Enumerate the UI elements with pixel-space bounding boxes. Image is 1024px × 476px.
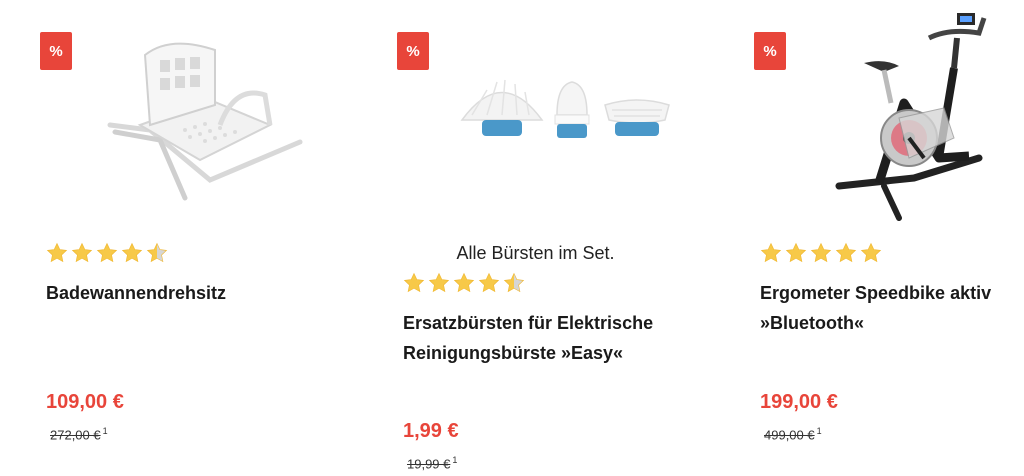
product-title[interactable]: Ersatzbürsten für Elektrische Reinigungs… — [403, 308, 706, 368]
product-title-line: Badewannendrehsitz — [46, 283, 227, 303]
bath-seat-image[interactable] — [90, 30, 310, 205]
rating-stars — [46, 242, 168, 264]
footnote-marker: 1 — [452, 455, 458, 465]
star-icon — [428, 272, 450, 293]
sale-price: 1,99 € — [403, 420, 459, 442]
product-title[interactable]: Ergometer Speedbike aktiv »Bluetooth« — [760, 278, 1016, 338]
original-price-value: 272,00 € — [50, 427, 101, 443]
star-icon — [860, 242, 882, 263]
product-title[interactable]: Badewannendrehsitz — [46, 278, 349, 308]
star-icon — [96, 242, 118, 263]
star-icon — [46, 242, 68, 263]
image-caption: Alle Bürsten im Set. — [456, 243, 615, 263]
product-title-line: Reinigungsbürste »Easy« — [403, 343, 624, 363]
discount-badge: % — [397, 32, 429, 70]
star-icon — [503, 272, 525, 293]
rating-stars — [403, 272, 525, 294]
original-price-value: 499,00 € — [764, 427, 815, 443]
star-icon — [403, 272, 425, 293]
rating-stars — [760, 242, 882, 264]
product-card-speedbike[interactable]: % Ergometer Speedbike aktiv »Bluetooth« … — [714, 0, 1024, 476]
star-icon — [835, 242, 857, 263]
star-icon — [810, 242, 832, 263]
exercise-bike-image[interactable] — [829, 8, 999, 223]
product-title-line: Ergometer Speedbike aktiv — [760, 283, 992, 303]
star-icon — [121, 242, 143, 263]
sale-price: 199,00 € — [760, 391, 838, 413]
star-icon — [760, 242, 782, 263]
original-price-value: 19,99 € — [407, 456, 451, 472]
product-title-line: »Bluetooth« — [760, 313, 865, 333]
star-icon — [453, 272, 475, 293]
discount-badge: % — [40, 32, 72, 70]
brush-heads-image[interactable] — [457, 70, 682, 170]
star-icon — [146, 242, 168, 263]
footnote-marker: 1 — [816, 426, 822, 436]
product-card-brush-heads[interactable]: % Alle Bürsten im Set. Ersatzbürsten für… — [357, 0, 714, 476]
star-icon — [478, 272, 500, 293]
original-price: 19,99 €1 — [407, 455, 457, 471]
discount-badge: % — [754, 32, 786, 70]
original-price: 499,00 €1 — [764, 426, 822, 442]
sale-price: 109,00 € — [46, 391, 124, 413]
original-price: 272,00 €1 — [50, 426, 108, 442]
product-card-bath-seat[interactable]: % Badewannendrehsitz 109,00 € 272,00 €1 — [0, 0, 357, 476]
star-icon — [71, 242, 93, 263]
footnote-marker: 1 — [102, 426, 108, 436]
star-icon — [785, 242, 807, 263]
product-title-line: Ersatzbürsten für Elektrische — [403, 313, 654, 333]
